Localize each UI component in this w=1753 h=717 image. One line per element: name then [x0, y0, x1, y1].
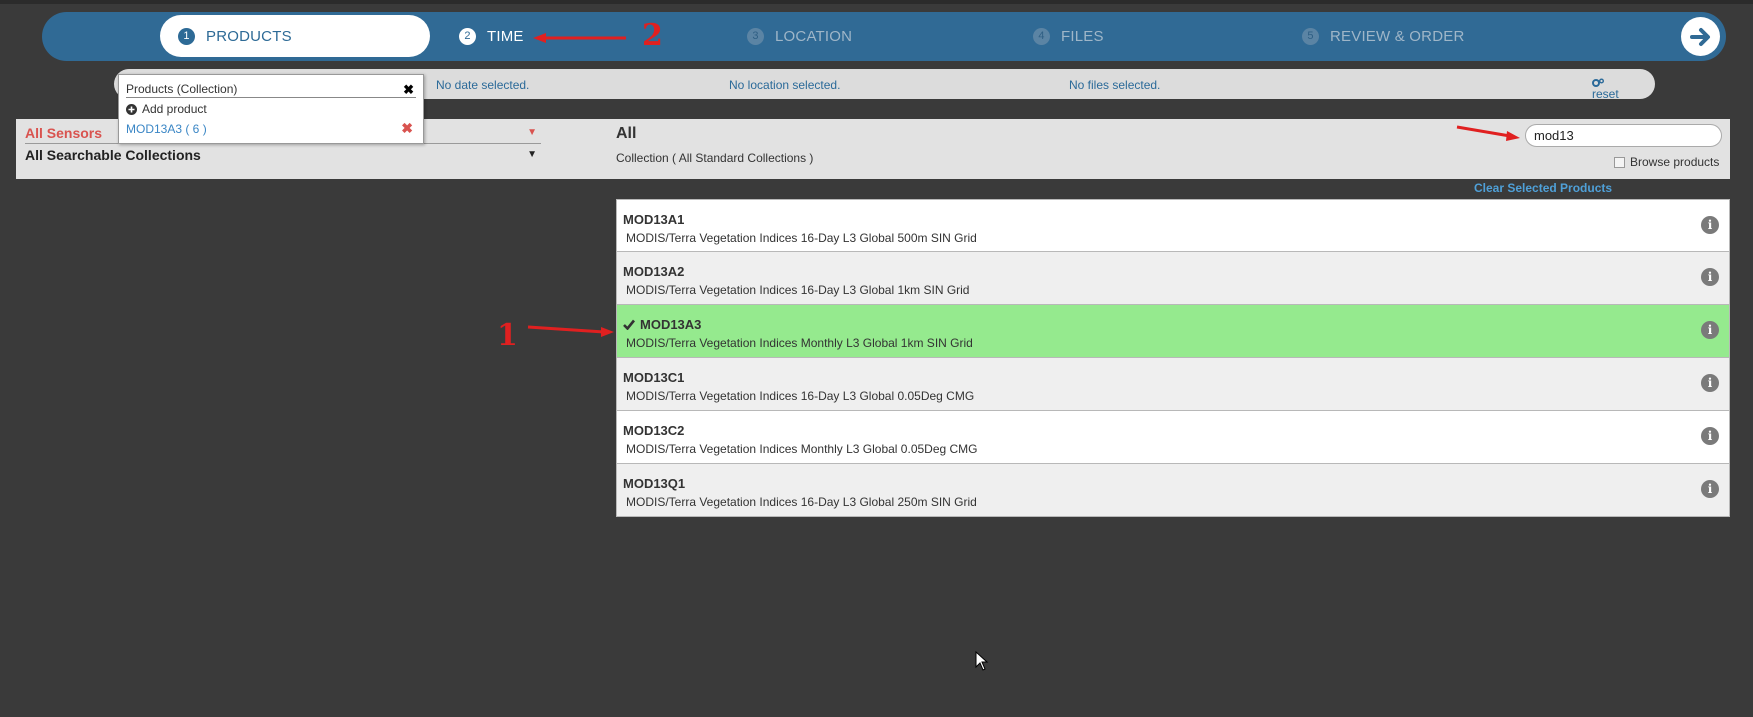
sensors-select-value: All Sensors — [25, 125, 103, 141]
wizard-steps-bar: 1 PRODUCTS 2 TIME 3 LOCATION 4 FILES 5 R… — [42, 12, 1726, 61]
add-product-button[interactable]: Add product — [126, 102, 207, 116]
annotation-label-2: 2 — [642, 18, 663, 53]
step-number: 1 — [178, 27, 195, 45]
product-name-text: MOD13C2 — [623, 423, 685, 438]
product-row[interactable]: MOD13A2 MODIS/Terra Vegetation Indices 1… — [616, 252, 1730, 305]
product-list: MOD13A1 MODIS/Terra Vegetation Indices 1… — [616, 199, 1730, 517]
step-files[interactable]: 4 FILES — [1033, 15, 1104, 57]
step-label: LOCATION — [775, 27, 853, 45]
next-step-button[interactable] — [1681, 17, 1720, 56]
step-number: 3 — [747, 27, 764, 45]
location-summary[interactable]: No location selected. — [729, 78, 840, 92]
step-label: PRODUCTS — [206, 27, 292, 45]
product-description: MODIS/Terra Vegetation Indices 16-Day L3… — [626, 231, 977, 245]
info-icon[interactable]: i — [1701, 427, 1719, 445]
product-name-text: MOD13A1 — [623, 212, 685, 227]
collections-select[interactable]: All Searchable Collections ▼ — [25, 147, 541, 163]
step-time[interactable]: 2 TIME — [459, 15, 524, 57]
product-name-text: MOD13Q1 — [623, 476, 686, 491]
product-row[interactable]: MOD13A1 MODIS/Terra Vegetation Indices 1… — [616, 199, 1730, 252]
product-description: MODIS/Terra Vegetation Indices 16-Day L3… — [626, 495, 977, 509]
product-name: MOD13C1 — [623, 370, 684, 385]
product-name: MOD13Q1 — [623, 476, 685, 491]
selected-products-popup: Products (Collection) ✖ Add product MOD1… — [118, 74, 424, 144]
caret-down-icon: ▼ — [527, 127, 537, 138]
product-description: MODIS/Terra Vegetation Indices 16-Day L3… — [626, 283, 970, 297]
reset-button[interactable]: reset — [1592, 78, 1619, 101]
top-edge — [0, 0, 1753, 4]
popup-header-label: Products (Collection) — [126, 82, 238, 96]
product-name: MOD13A3 — [623, 317, 701, 332]
product-row[interactable]: MOD13C1 MODIS/Terra Vegetation Indices 1… — [616, 358, 1730, 411]
remove-icon[interactable]: ✖ — [401, 120, 413, 137]
info-icon[interactable]: i — [1701, 268, 1719, 286]
product-name: MOD13C2 — [623, 423, 684, 438]
browse-products-label: Browse products — [1630, 155, 1720, 169]
info-icon[interactable]: i — [1701, 480, 1719, 498]
product-name: MOD13A1 — [623, 212, 684, 227]
product-name: MOD13A2 — [623, 264, 684, 279]
browse-products-checkbox[interactable] — [1614, 156, 1625, 168]
step-number: 4 — [1033, 27, 1050, 45]
step-products[interactable]: 1 PRODUCTS — [160, 15, 430, 57]
results-title: All — [616, 125, 637, 142]
product-description: MODIS/Terra Vegetation Indices Monthly L… — [626, 442, 978, 456]
product-name-text: MOD13A2 — [623, 264, 685, 279]
caret-down-icon: ▼ — [527, 149, 537, 160]
clear-selected-products-link[interactable]: Clear Selected Products — [1474, 181, 1612, 195]
plus-circle-icon — [126, 103, 137, 115]
step-number: 5 — [1302, 27, 1319, 45]
close-icon[interactable]: ✖ — [403, 82, 414, 98]
info-icon[interactable]: i — [1701, 321, 1719, 339]
product-row[interactable]: MOD13C2 MODIS/Terra Vegetation Indices M… — [616, 411, 1730, 464]
selected-product-link[interactable]: MOD13A3 ( 6 ) — [126, 122, 207, 136]
step-label: REVIEW & ORDER — [1330, 27, 1465, 45]
step-label: TIME — [487, 27, 524, 45]
product-row[interactable]: MOD13Q1 MODIS/Terra Vegetation Indices 1… — [616, 464, 1730, 517]
step-number: 2 — [459, 27, 476, 45]
mouse-cursor-icon — [975, 651, 989, 671]
add-product-label: Add product — [142, 102, 207, 116]
step-label: FILES — [1061, 27, 1104, 45]
product-row-selected[interactable]: MOD13A3 MODIS/Terra Vegetation Indices M… — [616, 305, 1730, 358]
browse-products-toggle[interactable]: Browse products — [1614, 155, 1719, 169]
product-name-text: MOD13A3 — [640, 317, 702, 332]
product-search-input[interactable] — [1525, 124, 1722, 147]
product-description: MODIS/Terra Vegetation Indices 16-Day L3… — [626, 389, 975, 403]
info-icon[interactable]: i — [1701, 374, 1719, 392]
annotation-arrow-product — [527, 325, 605, 334]
step-review-order[interactable]: 5 REVIEW & ORDER — [1302, 15, 1464, 57]
reset-label: reset — [1592, 87, 1619, 101]
popup-header: Products (Collection) ✖ — [126, 82, 416, 98]
arrow-right-icon — [1689, 27, 1710, 46]
step-location[interactable]: 3 LOCATION — [747, 15, 852, 57]
results-subtitle: Collection ( All Standard Collections ) — [616, 151, 814, 165]
files-summary[interactable]: No files selected. — [1069, 78, 1160, 92]
date-summary[interactable]: No date selected. — [436, 78, 529, 92]
checkmark-icon — [623, 319, 635, 330]
collections-select-value: All Searchable Collections — [25, 147, 201, 163]
annotation-arrowhead — [601, 327, 614, 337]
annotation-label-1: 1 — [497, 318, 518, 353]
product-name-text: MOD13C1 — [623, 370, 685, 385]
info-icon[interactable]: i — [1701, 216, 1719, 234]
product-description: MODIS/Terra Vegetation Indices Monthly L… — [626, 336, 973, 350]
